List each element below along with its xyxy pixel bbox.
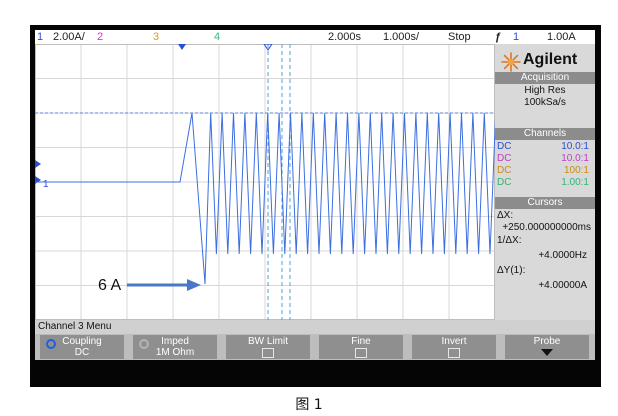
cursor-dy-label: ΔY(1): (497, 265, 526, 276)
acquisition-rate: 100kSa/s (524, 97, 566, 108)
channel-coupling: DC (497, 141, 512, 152)
down-arrow-icon (541, 349, 553, 356)
timebase-position: 2.000s (328, 31, 362, 43)
softkey-value: 1M Ohm (155, 347, 195, 358)
softkey-label: BW Limit (248, 336, 288, 347)
softkey-value: DC (74, 347, 90, 358)
ch4-number[interactable]: 4 (214, 30, 220, 44)
channel-row-1: DC 10.0:1 (495, 141, 595, 153)
channel-probe: 10.0:1 (561, 141, 589, 152)
invert-softkey[interactable]: Invert (412, 335, 496, 359)
channel-probe: 100:1 (563, 165, 589, 176)
coupling-softkey[interactable]: Coupling DC (40, 335, 124, 359)
bw-limit-softkey[interactable]: BW Limit (226, 335, 310, 359)
ch3-number[interactable]: 3 (153, 30, 159, 44)
acquisition-mode: High Res (524, 85, 566, 96)
run-state: Stop (448, 31, 471, 43)
trigger-position-marker (178, 44, 186, 50)
cursor-dx-label: ΔX: (497, 210, 514, 221)
ch1-ground-marker (35, 176, 41, 184)
probe-softkey[interactable]: Probe (505, 335, 589, 359)
cursor-dy-value: +4.00000A (538, 280, 587, 291)
brand-name: Agilent (523, 51, 578, 68)
checkbox-icon[interactable] (355, 348, 367, 358)
waveform-graticule: 1 6 A (35, 44, 495, 320)
channel-coupling: DC (497, 153, 512, 164)
fine-softkey[interactable]: Fine (319, 335, 403, 359)
channel-row-4: DC 1.00:1 (495, 177, 595, 189)
figure-caption: 图 1 (295, 397, 323, 413)
softkey-label: Coupling (62, 336, 102, 347)
ch1-scale: 2.00A/ (53, 31, 85, 43)
cursors-title[interactable]: Cursors (495, 197, 595, 209)
channel-coupling: DC (497, 177, 512, 188)
channel-row-2: DC 10.0:1 (495, 153, 595, 165)
channel-coupling: DC (497, 165, 512, 176)
softkey-label: Probe (533, 336, 561, 347)
annotation-arrow-head (187, 279, 201, 291)
channel-probe: 1.00:1 (561, 177, 589, 188)
timebase-scale: 1.000s/ (383, 31, 420, 43)
waveform-display[interactable]: 1 6 A (35, 44, 495, 320)
cursor-inv-label: 1/ΔX: (497, 235, 522, 246)
softkey-label: Invert (441, 336, 467, 347)
ch2-number[interactable]: 2 (97, 30, 103, 44)
menu-title-bar: Channel 3 Menu (35, 320, 595, 334)
cursor-dx-value: +250.000000000ms (502, 222, 591, 233)
cursor-inv-value: +4.0000Hz (538, 250, 587, 261)
channel-probe: 10.0:1 (561, 153, 589, 164)
checkbox-icon[interactable] (448, 348, 460, 358)
channels-title[interactable]: Channels (495, 128, 595, 140)
checkbox-icon[interactable] (262, 348, 274, 358)
status-bar: 1 2.00A/ 2 3 4 2.000s 1.000s/ Stop ƒ 1 1… (35, 30, 595, 44)
side-panel: Agilent Acquisition High Res 100kSa/s Ch… (495, 44, 595, 320)
softkey-bar: Coupling DC Imped 1M Ohm BW Limit Fine I… (35, 334, 595, 360)
ch1-number[interactable]: 1 (37, 30, 43, 44)
agilent-spark-logo (501, 52, 521, 72)
trigger-channel: 1 (513, 31, 520, 43)
softkey-label: Fine (351, 336, 371, 347)
softkey-label: Imped (161, 336, 189, 347)
ch-offset-marker (35, 160, 41, 168)
menu-title: Channel 3 Menu (38, 321, 112, 332)
trigger-edge-icon: ƒ (495, 31, 502, 43)
annotation-label: 6 A (98, 277, 121, 294)
acquisition-title[interactable]: Acquisition (495, 72, 595, 84)
ch1-marker-label: 1 (43, 179, 49, 190)
trigger-level: 1.00A (547, 31, 576, 43)
imped-softkey[interactable]: Imped 1M Ohm (133, 335, 217, 359)
channel-row-3: DC 100:1 (495, 165, 595, 177)
